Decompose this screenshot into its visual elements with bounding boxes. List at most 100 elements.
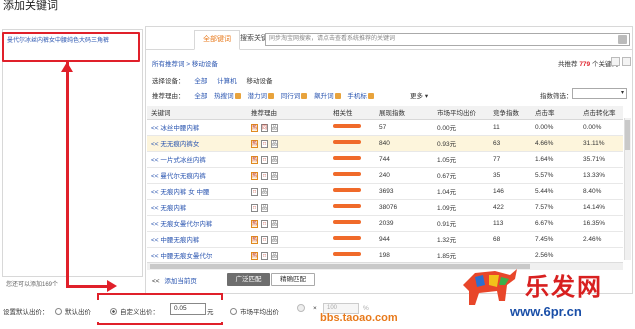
exact-match-button[interactable]: 精确匹配	[271, 273, 315, 286]
reason-tag-icon: □	[261, 251, 268, 260]
col-keyword[interactable]: 关键词	[147, 106, 247, 120]
competition-cell: 146	[489, 183, 531, 200]
selected-keyword[interactable]: 曼代尔冰丝内裤女中腰纯色大码三角裤	[7, 35, 137, 45]
table-row[interactable]: << 无痕女曼代尔内裤热 □ 品 2039 0.91元 113 6.67% 16.35%	[147, 215, 623, 232]
table-row[interactable]: << 无痕内裤 女 中腰 □ 品 3693 1.04元 146 5.44% 8.40%	[147, 183, 623, 200]
remaining-count: 您还可以添加169个	[6, 282, 59, 288]
reason-tag-icon: 热	[251, 155, 258, 164]
reason-cell: □ 品	[247, 199, 329, 216]
watermark-url: bbs.taoao.com	[320, 312, 398, 324]
breadcrumb[interactable]: 所有推荐词 > 移动设备	[152, 58, 218, 68]
table-row[interactable]: << 无痕内裤 □ 品 38076 1.09元 422 7.57% 14.14%	[147, 199, 623, 216]
ctr-cell: 2.56%	[531, 247, 579, 264]
cvr-cell: 16.35%	[579, 215, 623, 232]
radio-default-icon[interactable]	[55, 308, 62, 315]
keyword-cell[interactable]: << 冰丝中腰内裤	[147, 119, 247, 136]
percent-unit: %	[363, 305, 369, 312]
device-computer[interactable]: 计算机	[217, 78, 237, 85]
more-label: 更多	[410, 93, 423, 100]
keyword-cell[interactable]: << 曼代尔无痕内裤	[147, 167, 247, 184]
relevance-cell	[329, 199, 375, 216]
reason-all[interactable]: 全部	[194, 93, 207, 100]
col-reason[interactable]: 推荐理由	[247, 106, 329, 120]
reason-cell: 热同品	[247, 119, 329, 136]
reason-tag-icon: □	[261, 155, 268, 164]
watermark-site: www.6pr.cn	[510, 304, 582, 319]
reason-tag-icon: 同	[261, 123, 268, 132]
table-row[interactable]: << 无无痕内裤女热 □ 品 840 0.93元 63 4.66% 31.11%	[147, 135, 623, 152]
table-row[interactable]: << 一片式冰丝内裤热 □ 品 744 1.05元 77 1.64% 35.71%	[147, 151, 623, 168]
total-number: 779	[579, 61, 591, 68]
relevance-bar	[333, 171, 361, 176]
relevance-bar	[333, 123, 361, 128]
keyword-cell[interactable]: << 无无痕内裤女	[147, 135, 247, 152]
device-all[interactable]: 全部	[194, 78, 207, 85]
device-mobile[interactable]: 移动设备	[246, 78, 272, 85]
table-row[interactable]: << 中腰无痕女曼代尔热 □ 品 198 1.85元 2.56%	[147, 247, 623, 264]
ctr-cell: 7.57%	[531, 199, 579, 216]
keyword-cell[interactable]: << 中腰无痕内裤	[147, 231, 247, 248]
vertical-scroll-thumb[interactable]	[625, 120, 630, 150]
competition-cell: 68	[489, 231, 531, 248]
competition-cell: 63	[489, 135, 531, 152]
table-row[interactable]: << 曼代尔无痕内裤热 □ 品 240 0.67元 35 5.57% 13.33%	[147, 167, 623, 184]
avg-bid-cell: 1.09元	[433, 199, 489, 216]
col-avg-bid[interactable]: 市场平均出价	[433, 106, 489, 120]
ctr-cell: 6.67%	[531, 215, 579, 232]
col-cvr[interactable]: 点击转化率	[579, 106, 623, 120]
table-row[interactable]: << 冰丝中腰内裤热同品 57 0.00元 11 0.00% 0.00%	[147, 119, 623, 136]
reason-hot[interactable]: 热搜词	[214, 93, 234, 100]
reason-tag-icon: 品	[271, 123, 278, 132]
next-page-icon[interactable]	[622, 57, 631, 66]
avg-bid-cell: 0.67元	[433, 167, 489, 184]
avg-bid-cell: 1.32元	[433, 231, 489, 248]
reason-peer[interactable]: 同行词	[281, 93, 301, 100]
more-filters-button[interactable]: 更多 ▾	[410, 90, 428, 100]
custom-bid-option[interactable]: 自定义出价：	[110, 306, 159, 316]
radio-custom-icon[interactable]	[110, 308, 117, 315]
relevance-bar	[333, 235, 361, 240]
table-row[interactable]: << 中腰无痕内裤热 □ 品 944 1.32元 68 7.45% 2.46%	[147, 231, 623, 248]
keyword-cell[interactable]: << 中腰无痕女曼代尔	[147, 247, 247, 264]
custom-bid-input[interactable]: 0.05	[170, 303, 206, 315]
default-bid-text: 默认出价	[65, 309, 91, 316]
market-bid-option[interactable]: 市场平均出价	[230, 306, 279, 316]
col-relevance[interactable]: 相关性	[329, 106, 375, 120]
add-current-page-link[interactable]: 添加当前页	[164, 278, 197, 285]
keyword-cell[interactable]: << 无痕女曼代尔内裤	[147, 215, 247, 232]
keyword-cell[interactable]: << 无痕内裤	[147, 199, 247, 216]
total-prefix: 共推荐	[558, 61, 578, 68]
keyword-search-input[interactable]: 同步淘宝网搜索，请点击查看系统推荐的关键词	[265, 33, 630, 46]
index-filter-select[interactable]: ▾	[572, 88, 627, 99]
ctr-cell: 4.66%	[531, 135, 579, 152]
reason-surge[interactable]: 飙升词	[314, 93, 334, 100]
cvr-cell: 8.40%	[579, 183, 623, 200]
help-icon[interactable]	[297, 304, 305, 312]
keyword-cell[interactable]: << 无痕内裤 女 中腰	[147, 183, 247, 200]
default-bid-option[interactable]: 默认出价	[55, 306, 91, 316]
cvr-cell	[579, 247, 623, 264]
broad-match-button[interactable]: 广泛匹配	[227, 273, 270, 286]
avg-bid-cell: 0.93元	[433, 135, 489, 152]
reason-tag-icon: 品	[271, 235, 278, 244]
reason-cell: 热 □ 品	[247, 247, 329, 264]
reason-cell: 热 □ 品	[247, 167, 329, 184]
col-ctr[interactable]: 点击率	[531, 106, 579, 120]
reason-tag-icon: □	[261, 235, 268, 244]
reason-potential[interactable]: 潜力词	[247, 93, 267, 100]
dialog-title: 添加关键词	[3, 0, 58, 12]
reason-mobile[interactable]: 手机标	[347, 93, 367, 100]
reason-tag-icon: 品	[271, 155, 278, 164]
prev-page-icon[interactable]	[611, 57, 620, 66]
col-competition[interactable]: 竞争指数	[489, 106, 531, 120]
device-label: 选择设备：	[152, 78, 185, 85]
keyword-cell[interactable]: << 一片式冰丝内裤	[147, 151, 247, 168]
add-current-page: << 添加当前页	[152, 275, 197, 285]
reason-tag-icon: 热	[251, 139, 258, 148]
avg-bid-cell: 0.00元	[433, 119, 489, 136]
radio-market-icon[interactable]	[230, 308, 237, 315]
col-impression[interactable]: 展现指数	[375, 106, 433, 120]
search-icon[interactable]	[618, 35, 627, 44]
mobile-icon	[367, 93, 374, 99]
surge-icon	[334, 93, 341, 99]
